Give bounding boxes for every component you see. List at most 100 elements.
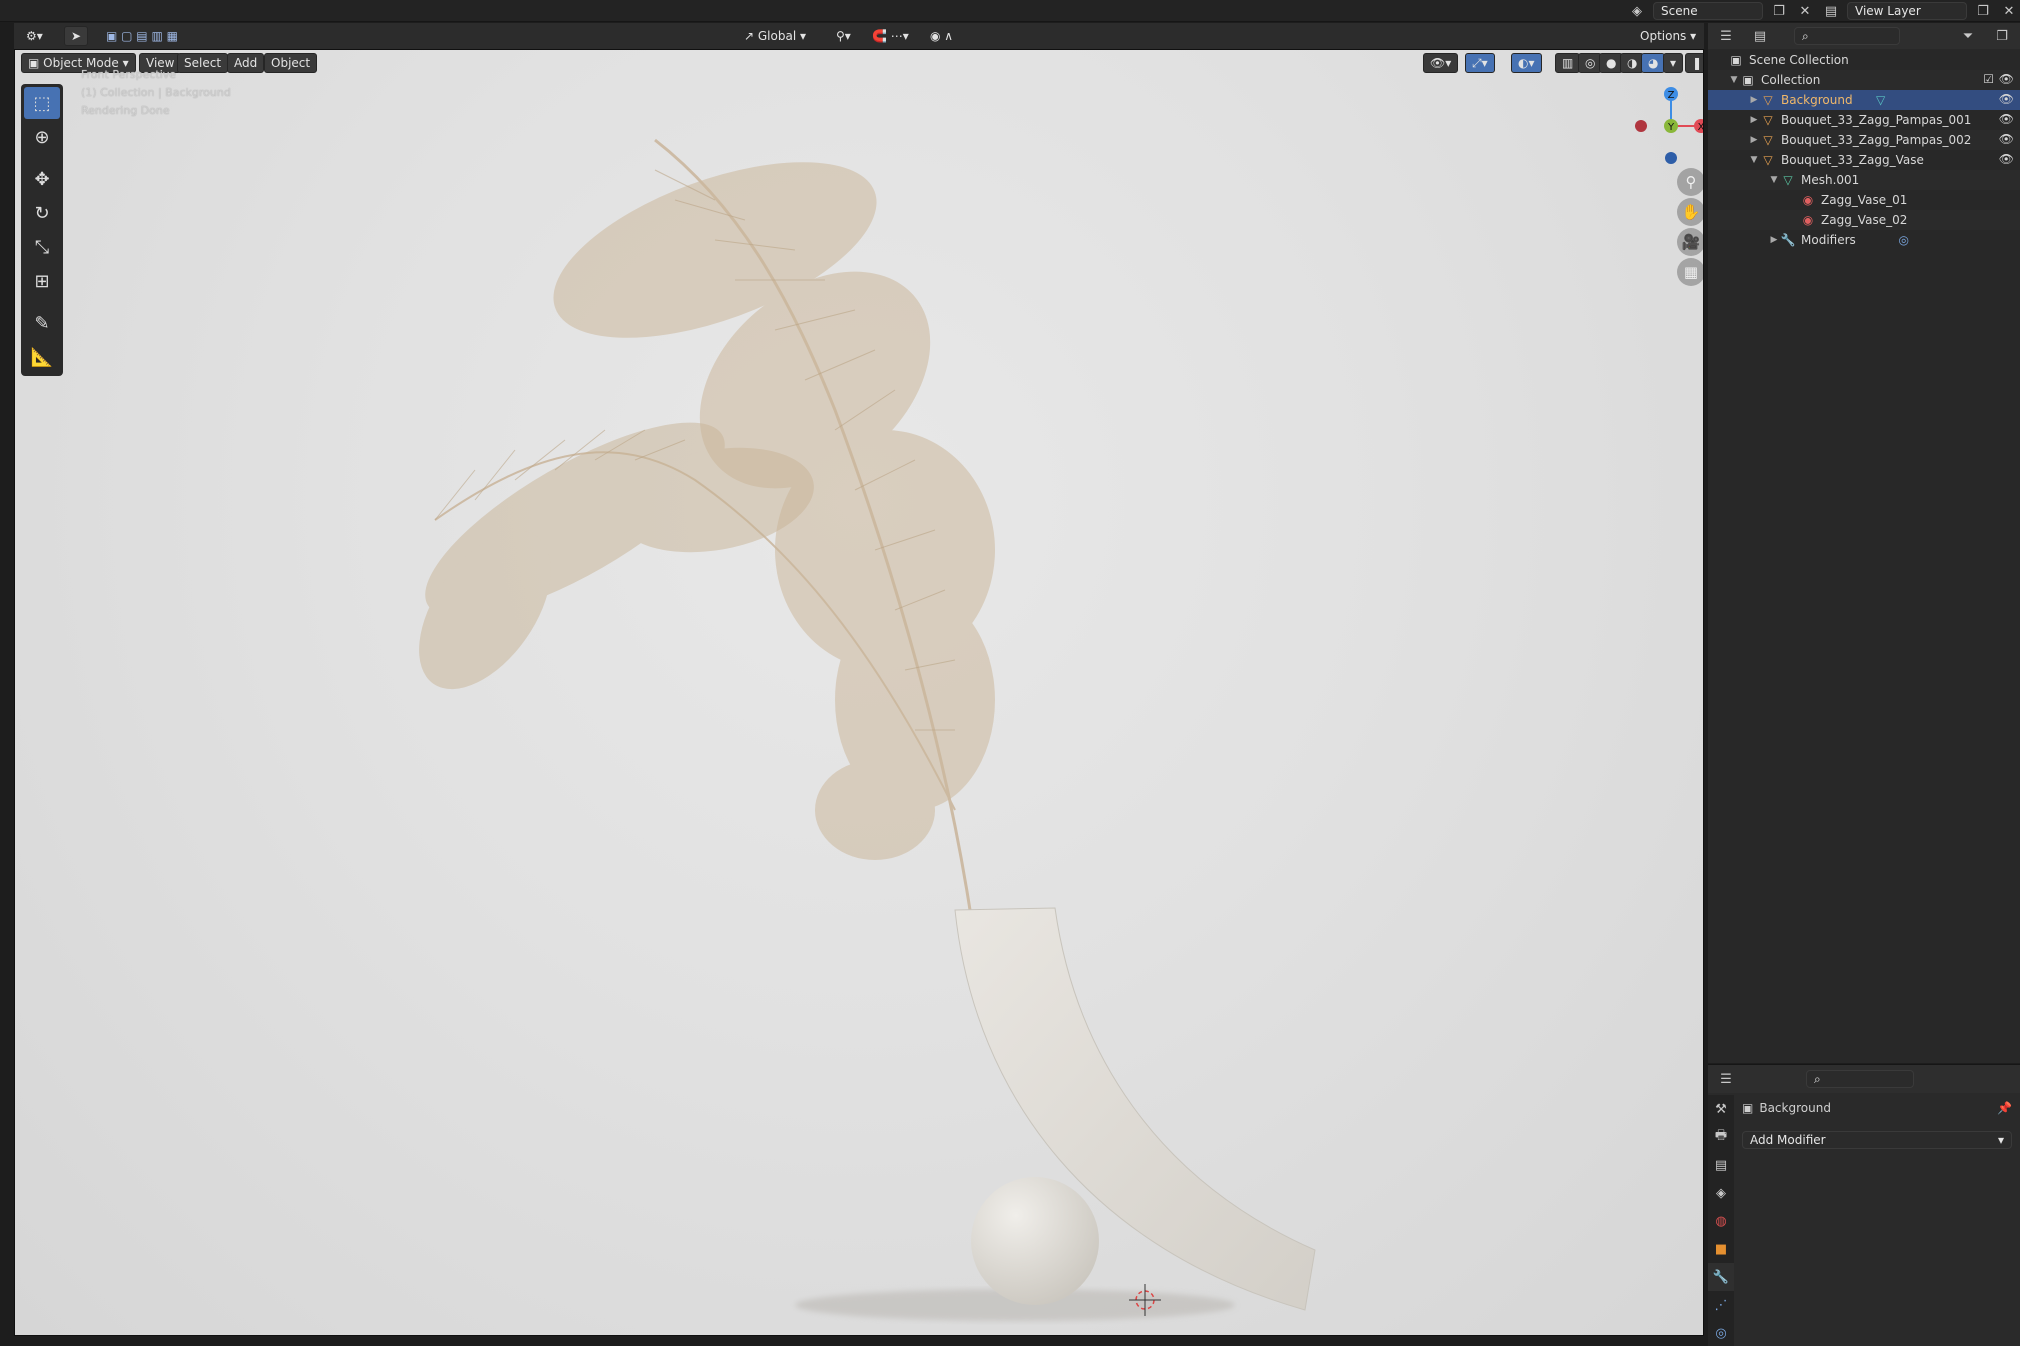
filter-icon[interactable]: ⏷ — [1958, 27, 1978, 45]
close-icon[interactable]: ✕ — [1795, 2, 1815, 20]
3d-viewport[interactable]: ▣ Object Mode ▾ View Select Add Object 👁… — [14, 49, 1704, 1336]
pin-icon[interactable]: 📌 — [1997, 1101, 2012, 1115]
move-tool-icon[interactable]: ✥ — [24, 163, 60, 195]
pivot-point-icon[interactable]: ⚲▾ — [830, 26, 857, 46]
modifier-tab-icon[interactable]: 🔧 — [1708, 1263, 1734, 1291]
scale-tool-icon[interactable]: ⤡ — [24, 231, 60, 263]
menu-object[interactable]: Object — [264, 53, 318, 73]
measure-tool-icon[interactable]: 📐 — [24, 341, 60, 373]
expand-triangle-icon[interactable]: ▼ — [1768, 175, 1780, 185]
properties-tabs: ⚒ 🖶 ▤ ◈ ◍ ■ 🔧 ⋰ ◎ — [1708, 1095, 1734, 1346]
annotate-tool-icon[interactable]: ✎ — [24, 307, 60, 339]
expand-triangle-icon[interactable]: ▶ — [1748, 115, 1760, 125]
expand-triangle-icon[interactable]: ▼ — [1748, 155, 1760, 165]
outliner-collection[interactable]: ▼ ▣ Collection ☑ 👁 — [1708, 70, 2020, 90]
select-box-tool-icon[interactable]: ⬚ — [24, 87, 60, 119]
item-label: Bouquet_33_Zagg_Pampas_001 — [1781, 113, 1972, 127]
checkbox-icon[interactable]: ☑ — [1983, 72, 1994, 86]
object-tab-icon[interactable]: ■ — [1708, 1235, 1734, 1263]
eye-icon[interactable]: 👁 — [1999, 112, 2014, 126]
menu-select[interactable]: Select — [177, 53, 229, 73]
chevron-down-icon: ▾ — [1997, 1133, 2004, 1147]
world-tab-icon[interactable]: ◍ — [1708, 1207, 1734, 1235]
outliner-search-input[interactable]: ⌕ — [1794, 27, 1900, 45]
menu-add[interactable]: Add — [227, 53, 265, 73]
zoom-icon[interactable]: ⚲ — [1677, 168, 1703, 196]
add-modifier-dropdown[interactable]: Add Modifier ▾ — [1742, 1131, 2012, 1149]
eye-icon[interactable]: 👁 — [1999, 72, 2014, 86]
proportional-edit-icon[interactable]: ◉ ∧ — [924, 26, 959, 46]
eye-icon[interactable]: 👁 — [1999, 132, 2014, 146]
render-scene — [419, 138, 1316, 1321]
editor-type-icon[interactable]: ⚙▾ — [20, 26, 49, 46]
collection-icon: ▣ — [1742, 73, 1754, 87]
eye-icon[interactable]: 👁 — [1999, 152, 2014, 166]
render-tab-icon[interactable]: 🖶 — [1708, 1123, 1734, 1151]
new-view-layer-icon[interactable]: ❐ — [1973, 2, 1993, 20]
outliner-item-pampas-001[interactable]: ▶ ▽ Bouquet_33_Zagg_Pampas_001 👁 — [1708, 110, 2020, 130]
overlay-toggle-icon[interactable]: ◐▾ — [1511, 53, 1542, 73]
expand-triangle-icon[interactable]: ▼ — [1728, 75, 1740, 85]
gizmo-neg-z-axis[interactable] — [1665, 152, 1677, 164]
scene-icon[interactable]: ◈ — [1627, 2, 1647, 20]
cursor-tool-icon[interactable]: ⊕ — [24, 121, 60, 153]
physics-tab-icon[interactable]: ◎ — [1708, 1319, 1734, 1346]
properties-search-input[interactable]: ⌕ — [1806, 1070, 1914, 1088]
pause-render-icon[interactable]: ❚❚ — [1685, 53, 1703, 73]
new-collection-icon[interactable]: ❐ — [1992, 27, 2012, 45]
shading-rendered-icon[interactable]: ◕ — [1641, 53, 1666, 73]
transform-tool-icon[interactable]: ⊞ — [24, 265, 60, 297]
outliner-item-modifiers[interactable]: ▶ 🔧 Modifiers ◎ — [1708, 230, 2020, 250]
properties-header: ☰ ⌕ — [1708, 1065, 2020, 1093]
shading-dropdown-icon[interactable]: ▾ — [1663, 53, 1684, 73]
scene-field[interactable]: Scene — [1653, 2, 1763, 20]
viewport-info-line3: Rendering Done — [81, 104, 170, 117]
outliner-item-vase[interactable]: ▼ ▽ Bouquet_33_Zagg_Vase 👁 — [1708, 150, 2020, 170]
view-layer-icon[interactable]: ▤ — [1821, 2, 1841, 20]
properties-panel: ☰ ⌕ ⚒ 🖶 ▤ ◈ ◍ ■ 🔧 ⋰ ◎ ▣ Background 📌 Add… — [1708, 1064, 2020, 1346]
expand-triangle-icon[interactable]: ▶ — [1748, 95, 1760, 105]
expand-triangle-icon[interactable]: ▶ — [1748, 135, 1760, 145]
particles-tab-icon[interactable]: ⋰ — [1708, 1291, 1734, 1319]
select-tool-icon[interactable]: ➤ — [64, 26, 88, 46]
snap-icon[interactable]: 🧲 ⋯▾ — [866, 26, 915, 46]
outliner-item-mesh[interactable]: ▼ ▽ Mesh.001 — [1708, 170, 2020, 190]
expand-triangle-icon[interactable]: ▶ — [1768, 235, 1780, 245]
display-mode-icon[interactable]: ▤ — [1750, 27, 1770, 45]
tool-tab-icon[interactable]: ⚒ — [1708, 1095, 1734, 1123]
output-tab-icon[interactable]: ▤ — [1708, 1151, 1734, 1179]
gizmo-neg-x-axis[interactable] — [1635, 120, 1647, 132]
pan-hand-icon[interactable]: ✋ — [1677, 198, 1703, 226]
close-icon[interactable]: ✕ — [1999, 2, 2019, 20]
object-icon: ▣ — [1742, 1101, 1754, 1115]
options-dropdown[interactable]: Options ▾ — [1634, 26, 1702, 46]
rotate-tool-icon[interactable]: ↻ — [24, 197, 60, 229]
collection-label: Collection — [1761, 73, 1821, 87]
outliner-item-background[interactable]: ▶ ▽ Background ▽ 👁 — [1708, 90, 2020, 110]
top-bar: ◈ Scene ❐ ✕ ▤ View Layer ❐ ✕ — [0, 0, 2020, 22]
camera-view-icon[interactable]: 🎥 — [1677, 228, 1703, 256]
ortho-grid-icon[interactable]: ▦ — [1677, 258, 1703, 286]
view-layer-field[interactable]: View Layer — [1847, 2, 1967, 20]
select-mode-icons[interactable]: ▣ ▢ ▤ ▥ ▦ — [100, 26, 184, 46]
outliner-item-material-01[interactable]: ◉ Zagg_Vase_01 — [1708, 190, 2020, 210]
new-scene-icon[interactable]: ❐ — [1769, 2, 1789, 20]
item-label: Modifiers — [1801, 233, 1856, 247]
xray-icon[interactable]: ▥ — [1555, 53, 1581, 73]
search-icon: ⌕ — [1802, 28, 1809, 43]
outliner-header: ☰ ▤ ⌕ ⏷ ❐ — [1708, 23, 2020, 49]
material-icon: ◉ — [1802, 193, 1814, 207]
outliner-item-material-02[interactable]: ◉ Zagg_Vase_02 — [1708, 210, 2020, 230]
editor-type-icon[interactable]: ☰ — [1716, 1070, 1736, 1088]
eye-icon[interactable]: 👁 — [1999, 92, 2014, 106]
outliner-scene-collection[interactable]: ▣ Scene Collection — [1708, 50, 2020, 70]
transform-orientation-dropdown[interactable]: ↗ Global ▾ — [738, 26, 812, 46]
outliner-item-pampas-002[interactable]: ▶ ▽ Bouquet_33_Zagg_Pampas_002 👁 — [1708, 130, 2020, 150]
visibility-icon[interactable]: 👁▾ — [1423, 53, 1459, 73]
navigation-gizmo[interactable]: Z X Y — [1619, 84, 1704, 169]
editor-type-icon[interactable]: ☰ — [1716, 27, 1736, 45]
gizmo-toggle-icon[interactable]: ⤢▾ — [1465, 53, 1495, 73]
options-label: Options — [1640, 29, 1687, 43]
scene-tab-icon[interactable]: ◈ — [1708, 1179, 1734, 1207]
modifier-type-icon: ◎ — [1898, 233, 1910, 247]
